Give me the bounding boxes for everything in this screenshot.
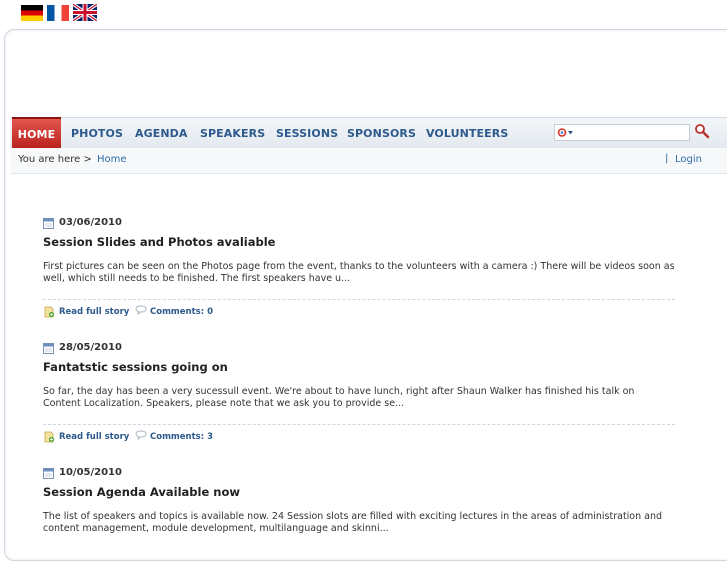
flag-uk-icon[interactable] [73, 4, 97, 21]
nav-item-sponsors[interactable]: SPONSORS [347, 118, 416, 148]
login-link[interactable]: Login [675, 154, 702, 165]
nav-item-speakers[interactable]: SPEAKERS [200, 118, 265, 148]
flag-germany-icon[interactable] [21, 5, 43, 21]
calendar-icon [43, 218, 54, 229]
news-title[interactable]: Fantatstic sessions going on [43, 360, 228, 374]
divider [43, 299, 675, 300]
divider [43, 424, 675, 425]
news-title[interactable]: Session Agenda Available now [43, 485, 240, 499]
page-container [4, 29, 727, 561]
news-date: 10/05/2010 [59, 467, 122, 478]
news-summary: First pictures can be seen on the Photos… [43, 261, 675, 284]
comments-link[interactable]: Comments: 0 [150, 307, 213, 317]
nav-item-volunteers[interactable]: VOLUNTEERS [426, 118, 508, 148]
read-story-icon [44, 431, 55, 443]
breadcrumb-prefix: You are here > [18, 154, 92, 165]
read-full-story-link[interactable]: Read full story [59, 307, 129, 317]
login-separator: | [665, 153, 669, 164]
breadcrumb-home-link[interactable]: Home [97, 154, 127, 165]
breadcrumb: You are here > Home | Login [10, 148, 727, 174]
comment-icon [135, 430, 147, 440]
search-go-icon[interactable] [694, 123, 710, 139]
nav-item-photos[interactable]: PHOTOS [71, 118, 123, 148]
news-title[interactable]: Session Slides and Photos avaliable [43, 235, 275, 249]
read-full-story-link[interactable]: Read full story [59, 432, 129, 442]
search-box [554, 124, 690, 141]
calendar-icon [43, 343, 54, 354]
nav-item-sessions[interactable]: SESSIONS [276, 118, 338, 148]
flag-france-icon[interactable] [47, 5, 69, 21]
nav-item-agenda[interactable]: AGENDA [135, 118, 188, 148]
comments-link[interactable]: Comments: 3 [150, 432, 213, 442]
news-summary: The list of speakers and topics is avail… [43, 511, 663, 534]
read-story-icon [44, 306, 55, 318]
nav-item-home[interactable]: HOME [12, 117, 61, 150]
news-date: 03/06/2010 [59, 217, 122, 228]
main-nav: HOME PHOTOS AGENDA SPEAKERS SESSIONS SPO… [10, 117, 727, 150]
comment-icon [135, 305, 147, 315]
search-engine-icon[interactable] [557, 127, 575, 138]
news-summary: So far, the day has been a very sucessul… [43, 386, 635, 409]
calendar-icon [43, 468, 54, 479]
search-input[interactable] [577, 125, 687, 140]
news-date: 28/05/2010 [59, 342, 122, 353]
